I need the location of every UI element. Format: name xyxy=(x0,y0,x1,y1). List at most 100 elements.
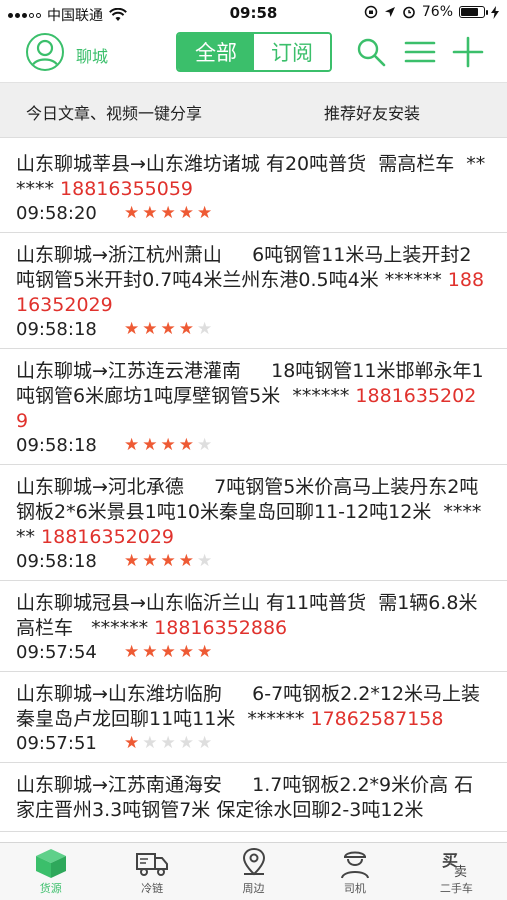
alarm-icon xyxy=(403,6,415,19)
charging-icon xyxy=(491,5,499,19)
star-icon: ★ xyxy=(160,642,176,662)
tab-cold-chain[interactable]: 冷链 xyxy=(101,843,202,900)
rating-stars: ★ ★ ★ ★ ★ xyxy=(124,436,212,454)
menu-icon[interactable] xyxy=(404,36,436,68)
tab-driver-label: 司机 xyxy=(343,882,366,895)
star-icon: ★ xyxy=(197,642,213,662)
star-icon: ★ xyxy=(197,319,213,339)
star-icon: ★ xyxy=(124,551,140,571)
star-icon: ★ xyxy=(160,551,176,571)
post-time: 09:58:18 xyxy=(16,434,97,456)
freight-list-item[interactable]: 山东聊城→山东潍坊临朐 6-7吨钢板2.2*12米马上装 秦皇岛卢龙回聊11吨1… xyxy=(0,672,507,763)
star-icon: ★ xyxy=(142,551,158,571)
freight-list-item[interactable]: 山东聊城冠县→山东临沂兰山 有11吨普货 需1辆6.8米高栏车 ****** 1… xyxy=(0,581,507,672)
phone-number-link[interactable]: 18816355059 xyxy=(60,178,193,200)
star-icon: ★ xyxy=(178,551,194,571)
user-avatar[interactable] xyxy=(26,33,64,71)
battery-percent: 76% xyxy=(421,4,453,20)
tab-freight[interactable]: 货源 xyxy=(0,843,101,900)
battery-icon xyxy=(459,6,488,18)
freight-list-item[interactable]: 山东聊城→浙江杭州萧山 6吨钢管11米马上装开封2吨钢管5米开封0.7吨4米兰州… xyxy=(0,233,507,349)
freight-meta: 09:58:20 ★ ★ ★ ★ ★ xyxy=(16,202,487,224)
status-bar: 中国联通 09:58 76% xyxy=(0,0,507,28)
freight-list-item[interactable]: 山东聊城→河北承德 7吨钢管5米价高马上装丹东2吨钢板2*6米景县1吨10米秦皇… xyxy=(0,465,507,581)
freight-list-item[interactable]: 山东聊城→江苏连云港灌南 18吨钢管11米邯郸永年1吨钢管6米廊坊1吨厚壁钢管5… xyxy=(0,349,507,465)
freight-meta: 09:58:18 ★ ★ ★ ★ ★ xyxy=(16,318,487,340)
freight-meta: 09:58:18 ★ ★ ★ ★ ★ xyxy=(16,550,487,572)
tab-driver[interactable]: 司机 xyxy=(304,843,405,900)
city-label[interactable]: 聊城 xyxy=(76,43,108,67)
phone-number-link[interactable]: 17862587158 xyxy=(310,708,443,730)
rating-stars: ★ ★ ★ ★ ★ xyxy=(124,320,212,338)
box-icon xyxy=(35,849,66,878)
recommend-friends-button[interactable]: 推荐好友安装 xyxy=(324,100,420,124)
freight-text: 山东聊城→浙江杭州萧山 6吨钢管11米马上装开封2吨钢管5米开封0.7吨4米兰州… xyxy=(16,244,472,291)
post-time: 09:58:20 xyxy=(16,202,97,224)
freight-list: 山东聊城莘县→山东潍坊诸城 有20吨普货 需高栏车 ****** 1881635… xyxy=(0,142,507,842)
tab-used-cars[interactable]: 买 卖 二手车 xyxy=(406,843,507,900)
freight-meta: 09:57:54 ★ ★ ★ ★ ★ xyxy=(16,641,487,663)
buy-sell-icon: 买 卖 xyxy=(442,851,467,879)
tab-nearby[interactable]: 周边 xyxy=(203,843,304,900)
freight-description: 山东聊城→江苏南通海安 1.7吨钢板2.2*9米价高 石家庄晋州3.3吨钢管7米… xyxy=(16,773,487,823)
star-icon: ★ xyxy=(142,435,158,455)
star-icon: ★ xyxy=(124,435,140,455)
freight-description: 山东聊城→河北承德 7吨钢管5米价高马上装丹东2吨钢板2*6米景县1吨10米秦皇… xyxy=(16,475,487,550)
user-icon xyxy=(30,39,60,68)
tab-all[interactable]: 全部 xyxy=(178,34,254,70)
rating-stars: ★ ★ ★ ★ ★ xyxy=(124,734,212,752)
star-icon: ★ xyxy=(197,551,213,571)
post-time: 09:57:51 xyxy=(16,732,97,754)
freight-description: 山东聊城冠县→山东临沂兰山 有11吨普货 需1辆6.8米高栏车 ****** 1… xyxy=(16,591,487,641)
rating-stars: ★ ★ ★ ★ ★ xyxy=(124,204,212,222)
post-time: 09:57:54 xyxy=(16,641,97,663)
freight-text: 山东聊城→江苏南通海安 1.7吨钢板2.2*9米价高 石家庄晋州3.3吨钢管7米… xyxy=(16,774,474,821)
star-icon: ★ xyxy=(124,203,140,223)
search-icon[interactable] xyxy=(355,36,387,68)
star-icon: ★ xyxy=(160,435,176,455)
share-bar: 今日文章、视频一键分享 推荐好友安装 xyxy=(0,82,507,138)
star-icon: ★ xyxy=(178,319,194,339)
post-time: 09:58:18 xyxy=(16,318,97,340)
driver-icon xyxy=(340,851,369,879)
rating-stars: ★ ★ ★ ★ ★ xyxy=(124,552,212,570)
star-icon: ★ xyxy=(142,203,158,223)
star-icon: ★ xyxy=(142,642,158,662)
star-icon: ★ xyxy=(197,733,213,753)
star-icon: ★ xyxy=(178,203,194,223)
freight-list-item[interactable]: 山东聊城→江苏南通海安 1.7吨钢板2.2*9米价高 石家庄晋州3.3吨钢管7米… xyxy=(0,763,507,832)
truck-icon xyxy=(136,853,169,876)
freight-description: 山东聊城→江苏连云港灌南 18吨钢管11米邯郸永年1吨钢管6米廊坊1吨厚壁钢管5… xyxy=(16,359,487,434)
freight-description: 山东聊城→山东潍坊临朐 6-7吨钢板2.2*12米马上装 秦皇岛卢龙回聊11吨1… xyxy=(16,682,487,732)
star-icon: ★ xyxy=(160,733,176,753)
star-icon: ★ xyxy=(142,319,158,339)
app-header: 聊城 全部 订阅 xyxy=(0,28,507,78)
bottom-tab-bar: 货源 冷链 周边 司机 买 卖 二手车 xyxy=(0,842,507,900)
star-icon: ★ xyxy=(160,203,176,223)
freight-list-item[interactable]: 山东聊城莘县→山东潍坊诸城 有20吨普货 需高栏车 ****** 1881635… xyxy=(0,142,507,233)
star-icon: ★ xyxy=(124,319,140,339)
tab-used-cars-label: 二手车 xyxy=(439,882,473,895)
plus-icon[interactable] xyxy=(452,36,484,68)
star-icon: ★ xyxy=(142,733,158,753)
tab-cold-chain-label: 冷链 xyxy=(141,882,164,895)
location-icon xyxy=(242,847,265,876)
phone-number-link[interactable]: 18816352886 xyxy=(154,617,287,639)
star-icon: ★ xyxy=(197,435,213,455)
star-icon: ★ xyxy=(124,733,140,753)
phone-number-link[interactable]: 18816352029 xyxy=(41,526,174,548)
location-arrow-icon xyxy=(384,7,395,17)
star-icon: ★ xyxy=(197,203,213,223)
tab-subscribe[interactable]: 订阅 xyxy=(254,34,330,70)
status-right: 76% xyxy=(364,4,499,20)
rating-stars: ★ ★ ★ ★ ★ xyxy=(124,643,212,661)
share-articles-button[interactable]: 今日文章、视频一键分享 xyxy=(26,100,202,124)
star-icon: ★ xyxy=(124,642,140,662)
freight-description: 山东聊城莘县→山东潍坊诸城 有20吨普货 需高栏车 ****** 1881635… xyxy=(16,152,487,202)
freight-description: 山东聊城→浙江杭州萧山 6吨钢管11米马上装开封2吨钢管5米开封0.7吨4米兰州… xyxy=(16,243,487,318)
post-time: 09:58:18 xyxy=(16,550,97,572)
star-icon: ★ xyxy=(178,642,194,662)
tab-freight-label: 货源 xyxy=(39,882,62,895)
star-icon: ★ xyxy=(178,435,194,455)
star-icon: ★ xyxy=(160,319,176,339)
